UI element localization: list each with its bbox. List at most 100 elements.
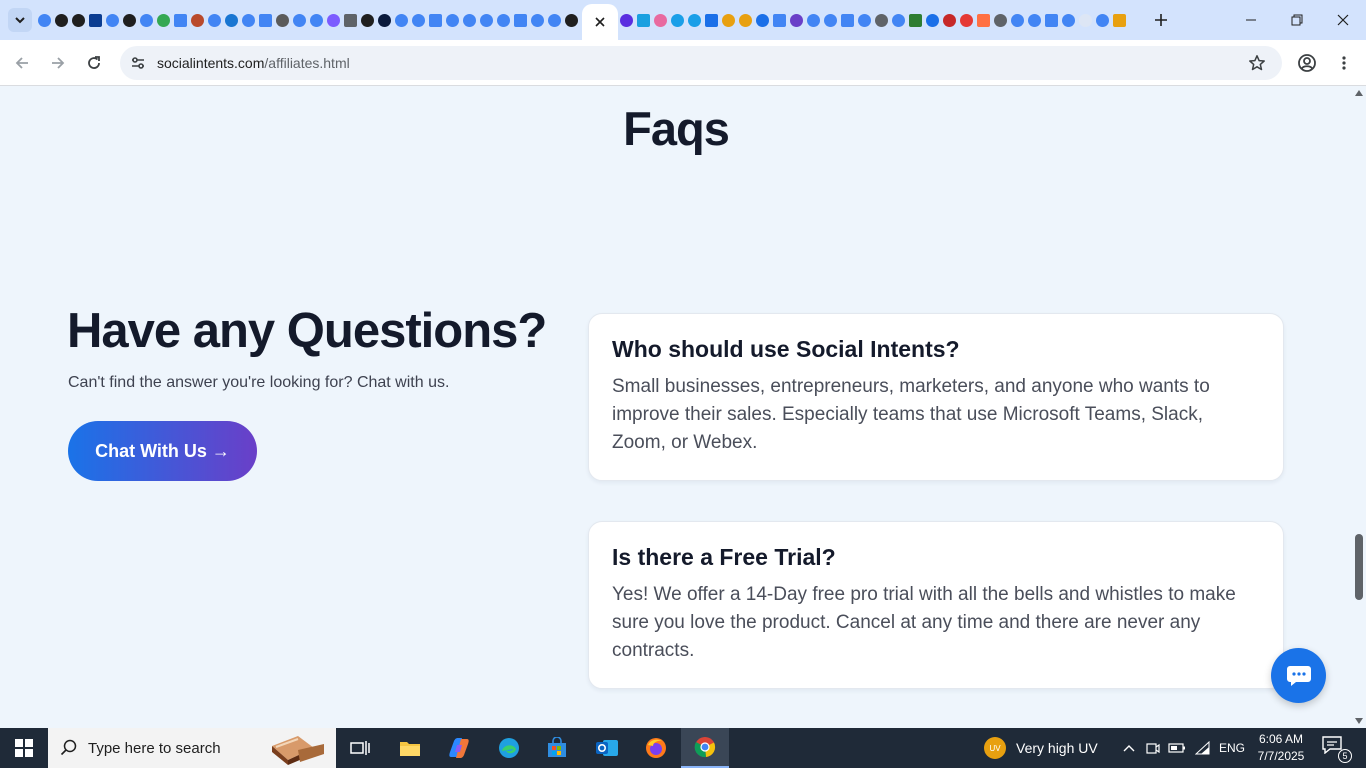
edge-button[interactable]	[485, 728, 533, 768]
new-tab-button[interactable]	[1150, 9, 1172, 31]
tab-favicon-icon[interactable]	[688, 13, 701, 27]
outlook-button[interactable]	[583, 728, 631, 768]
tab-favicon-icon[interactable]	[55, 13, 68, 27]
meet-now-button[interactable]	[1143, 728, 1163, 768]
restore-button[interactable]	[1274, 0, 1320, 40]
tab-favicon-icon[interactable]	[140, 13, 153, 27]
tab-favicon-icon[interactable]	[671, 13, 684, 27]
start-button[interactable]	[0, 728, 48, 768]
notifications-button[interactable]: 5	[1322, 736, 1352, 763]
tab-favicon-icon[interactable]	[1096, 13, 1109, 27]
profile-button[interactable]	[1293, 49, 1321, 77]
tab-favicon-icon[interactable]	[123, 13, 136, 27]
tab-favicon-icon[interactable]	[174, 13, 187, 27]
copilot-button[interactable]	[435, 728, 483, 768]
tab-favicon-icon[interactable]	[773, 13, 786, 27]
tab-favicon-icon[interactable]	[824, 13, 837, 27]
tab-favicon-icon[interactable]	[1028, 13, 1041, 27]
tab-favicon-icon[interactable]	[395, 13, 408, 27]
tab-favicon-icon[interactable]	[858, 13, 871, 27]
show-hidden-icons-button[interactable]	[1118, 728, 1140, 768]
minimize-button[interactable]	[1228, 0, 1274, 40]
tab-favicon-icon[interactable]	[1079, 13, 1092, 27]
back-button[interactable]	[8, 49, 36, 77]
close-tab-icon[interactable]	[594, 16, 606, 28]
tab-favicon-icon[interactable]	[259, 13, 272, 27]
tab-favicon-icon[interactable]	[841, 13, 854, 27]
forward-button[interactable]	[44, 49, 72, 77]
active-tab[interactable]	[582, 4, 618, 40]
network-button[interactable]	[1192, 728, 1214, 768]
tab-favicon-icon[interactable]	[89, 13, 102, 27]
tab-favicon-icon[interactable]	[514, 13, 527, 27]
scrollbar-thumb[interactable]	[1355, 534, 1363, 600]
tab-favicon-icon[interactable]	[276, 13, 289, 27]
tab-favicon-icon[interactable]	[705, 13, 718, 27]
tab-favicon-icon[interactable]	[960, 13, 973, 27]
tab-favicon-icon[interactable]	[620, 13, 633, 27]
battery-button[interactable]	[1166, 728, 1188, 768]
firefox-button[interactable]	[632, 728, 680, 768]
tab-favicon-icon[interactable]	[807, 13, 820, 27]
chat-widget-button[interactable]	[1271, 648, 1326, 703]
tab-favicon-icon[interactable]	[412, 13, 425, 27]
tab-favicon-icon[interactable]	[463, 13, 476, 27]
tab-favicon-icon[interactable]	[565, 13, 578, 27]
scroll-down-arrow[interactable]	[1355, 718, 1363, 724]
bookmark-button[interactable]	[1246, 52, 1268, 74]
microsoft-store-button[interactable]	[533, 728, 581, 768]
tab-search-button[interactable]	[8, 8, 32, 32]
tab-favicon-icon[interactable]	[654, 13, 667, 27]
tab-favicon-icon[interactable]	[378, 13, 391, 27]
reload-button[interactable]	[80, 49, 108, 77]
menu-button[interactable]	[1330, 49, 1358, 77]
tab-favicon-icon[interactable]	[208, 13, 221, 27]
tab-favicon-icon[interactable]	[106, 13, 119, 27]
site-info-button[interactable]	[126, 51, 150, 75]
clock[interactable]: 6:06 AM 7/7/2025	[1252, 731, 1310, 765]
tab-favicon-icon[interactable]	[480, 13, 493, 27]
scroll-up-arrow[interactable]	[1355, 90, 1363, 96]
chrome-button[interactable]	[681, 728, 729, 768]
tab-favicon-icon[interactable]	[875, 13, 888, 27]
tab-favicon-icon[interactable]	[756, 13, 769, 27]
tab-favicon-icon[interactable]	[225, 13, 238, 27]
tab-favicon-icon[interactable]	[38, 13, 51, 27]
chat-with-us-button[interactable]: Chat With Us →	[68, 421, 257, 481]
tab-favicon-icon[interactable]	[497, 13, 510, 27]
tab-favicon-icon[interactable]	[191, 13, 204, 27]
tab-favicon-icon[interactable]	[909, 13, 922, 27]
language-indicator[interactable]: ENG	[1219, 741, 1245, 755]
tab-favicon-icon[interactable]	[977, 13, 990, 27]
tab-favicon-icon[interactable]	[994, 13, 1007, 27]
tab-favicon-icon[interactable]	[637, 13, 650, 27]
tab-favicon-icon[interactable]	[429, 13, 442, 27]
tab-favicon-icon[interactable]	[1062, 13, 1075, 27]
close-window-button[interactable]	[1320, 0, 1366, 40]
tab-favicon-icon[interactable]	[157, 13, 170, 27]
tab-favicon-icon[interactable]	[790, 13, 803, 27]
tab-favicon-icon[interactable]	[1113, 13, 1126, 27]
task-view-button[interactable]	[336, 728, 384, 768]
tab-favicon-icon[interactable]	[739, 13, 752, 27]
tab-favicon-icon[interactable]	[361, 13, 374, 27]
tab-favicon-icon[interactable]	[1045, 13, 1058, 27]
address-bar[interactable]: socialintents.com/affiliates.html	[120, 46, 1282, 80]
weather-widget[interactable]: UV Very high UV	[984, 728, 1098, 768]
tab-favicon-icon[interactable]	[310, 13, 323, 27]
tab-favicon-icon[interactable]	[293, 13, 306, 27]
tab-favicon-icon[interactable]	[892, 13, 905, 27]
tab-favicon-icon[interactable]	[943, 13, 956, 27]
tab-favicon-icon[interactable]	[327, 13, 340, 27]
tab-favicon-icon[interactable]	[344, 13, 357, 27]
tab-favicon-icon[interactable]	[926, 13, 939, 27]
tab-favicon-icon[interactable]	[446, 13, 459, 27]
tab-favicon-icon[interactable]	[722, 13, 735, 27]
tab-favicon-icon[interactable]	[72, 13, 85, 27]
tab-favicon-icon[interactable]	[548, 13, 561, 27]
tab-favicon-icon[interactable]	[1011, 13, 1024, 27]
page-scrollbar[interactable]	[1352, 87, 1366, 728]
url-text[interactable]: socialintents.com/affiliates.html	[157, 55, 350, 71]
tab-favicon-icon[interactable]	[242, 13, 255, 27]
file-explorer-button[interactable]	[386, 728, 434, 768]
